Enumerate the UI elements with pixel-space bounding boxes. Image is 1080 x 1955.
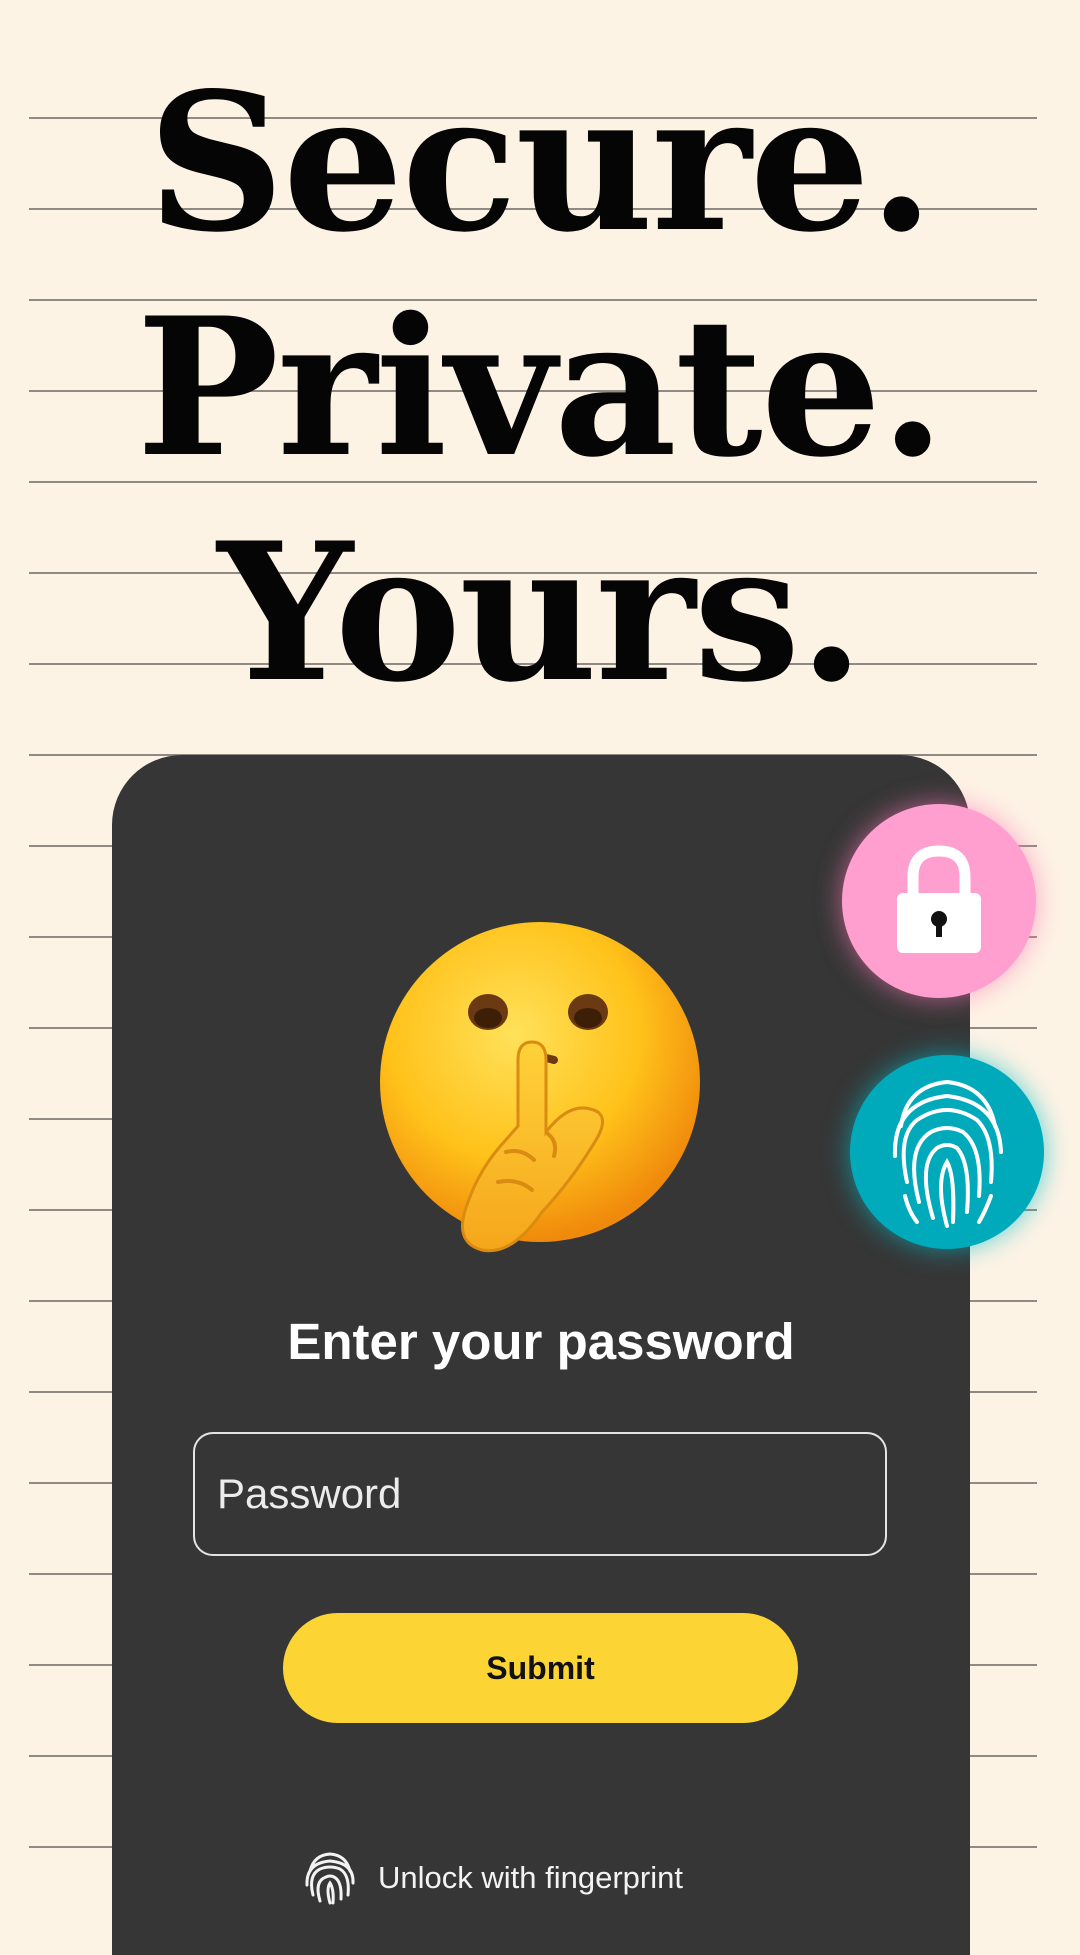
headline-line-2: Private. xyxy=(136,276,945,499)
fingerprint-small-icon xyxy=(305,1852,355,1905)
headline-line-1: Secure. xyxy=(147,51,934,274)
unlock-with-fingerprint-label: Unlock with fingerprint xyxy=(378,1860,683,1895)
submit-button[interactable]: Submit xyxy=(283,1613,798,1723)
fingerprint-button[interactable] xyxy=(850,1055,1044,1249)
password-input[interactable] xyxy=(193,1432,887,1556)
password-prompt: Enter your password xyxy=(287,1313,795,1370)
unlock-with-fingerprint-link[interactable]: Unlock with fingerprint xyxy=(304,1848,683,1908)
lock-icon xyxy=(897,845,981,953)
lock-button[interactable] xyxy=(842,804,1036,998)
shushing-face-emoji xyxy=(380,922,700,1253)
fingerprint-icon xyxy=(892,1079,1003,1228)
headline-line-3: Yours. xyxy=(217,501,864,724)
